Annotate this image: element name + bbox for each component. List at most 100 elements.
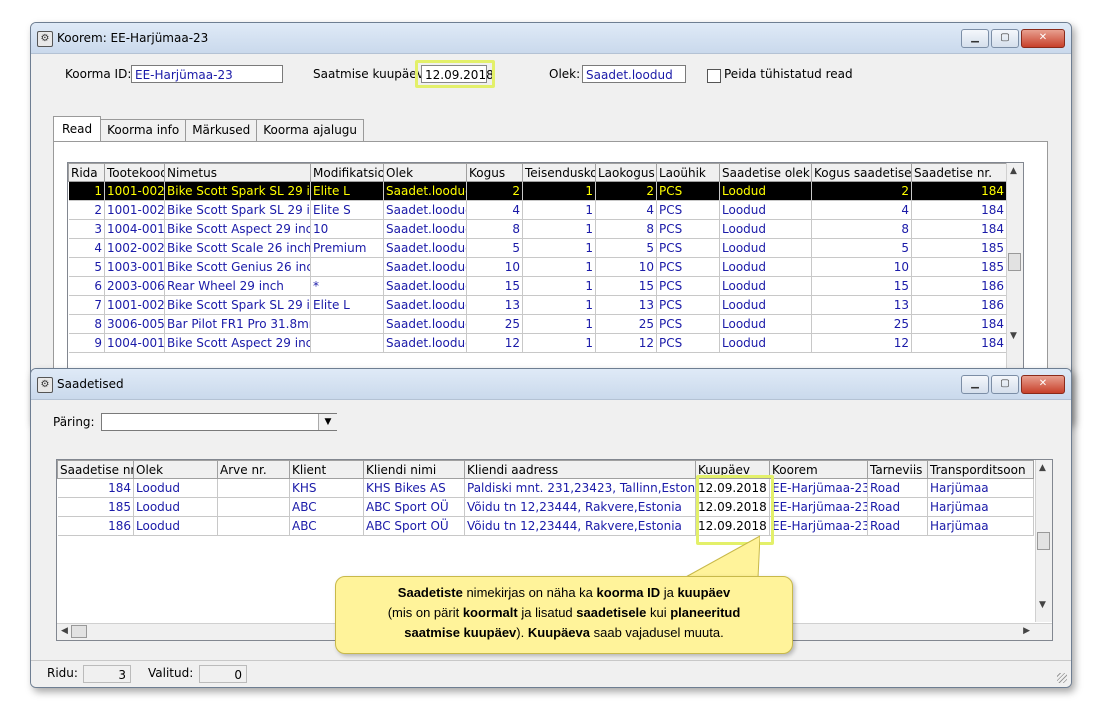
table-cell[interactable]: 5 [68,257,105,277]
col-header[interactable]: Kuupäev [695,460,770,479]
col-header[interactable]: Modifikatsioon [310,163,384,182]
table-cell[interactable]: Loodud [719,238,812,258]
tab-markused[interactable]: Märkused [185,119,258,141]
table-cell[interactable]: 6 [68,276,105,296]
table-cell[interactable]: Loodud [719,257,812,277]
table-cell[interactable]: 1004-001 [104,219,165,239]
table-cell[interactable]: Elite L [310,181,384,201]
col-header[interactable]: Kogus saadetisel [811,163,912,182]
table-cell[interactable]: 184 [911,181,1007,201]
table-cell[interactable]: Harjümaa [927,478,1034,498]
table-cell[interactable]: Elite S [310,200,384,220]
table-cell[interactable]: 1 [522,257,596,277]
table-cell[interactable]: Loodud [719,276,812,296]
table-cell[interactable]: Road [867,497,928,517]
table-cell[interactable]: 1 [522,181,596,201]
table-cell[interactable]: PCS [656,276,720,296]
read-row[interactable]: 5 1003-001 Bike Scott Genius 26 inch Saadet… [68,257,1007,277]
table-cell[interactable]: 10 [466,257,523,277]
table-cell[interactable]: 13 [811,295,912,315]
saadetised-vscroll-thumb[interactable] [1037,532,1050,550]
table-cell[interactable]: ABC [289,497,364,517]
col-header[interactable]: Arve nr. [217,460,290,479]
table-cell[interactable]: Saadet.loodud [383,238,467,258]
table-cell[interactable]: 12 [466,333,523,353]
col-header[interactable]: Saadetise nr. [911,163,1007,182]
table-cell[interactable]: 1003-001 [104,257,165,277]
table-cell[interactable]: 184 [911,333,1007,353]
table-cell[interactable] [310,314,384,334]
table-cell[interactable]: Saadet.loodud [383,314,467,334]
table-cell[interactable]: 1002-002 [104,238,165,258]
shipment-row[interactable]: 186 Loodud ABC ABC Sport OÜ Võidu tn 12,2344… [57,516,1034,536]
table-cell[interactable]: 1001-002 [104,200,165,220]
table-cell[interactable]: Saadet.loodud [383,333,467,353]
table-cell[interactable]: 4 [466,200,523,220]
table-cell[interactable]: Road [867,516,928,536]
table-cell[interactable]: 15 [466,276,523,296]
col-header[interactable]: Klient [289,460,364,479]
table-cell[interactable]: 10 [310,219,384,239]
table-cell[interactable]: 25 [811,314,912,334]
table-cell[interactable]: Bike Scott Aspect 29 inch [164,219,311,239]
table-cell[interactable]: Bike Scott Spark SL 29 inch [164,295,311,315]
saatmise-kuupaev-field[interactable]: 12.09.2018 [421,65,494,83]
table-cell[interactable]: PCS [656,257,720,277]
table-cell[interactable]: KHS [289,478,364,498]
table-cell[interactable] [217,497,290,517]
saadetised-hscroll-thumb[interactable] [71,625,87,638]
table-cell[interactable]: 12 [595,333,657,353]
read-row[interactable]: 83006-005Bar Pilot FR1 Pro 31.8mm 7 Saade… [68,314,1007,334]
table-cell[interactable]: 1 [522,219,596,239]
table-cell[interactable]: 12 [811,333,912,353]
table-cell[interactable]: 184 [911,200,1007,220]
table-cell[interactable]: Loodud [719,181,812,201]
read-row[interactable]: 4 1002-002 Bike Scott Scale 26 inch Premium… [68,238,1007,258]
table-cell[interactable]: Saadet.loodud [383,200,467,220]
table-cell[interactable]: EE-Harjümaa-23 [769,478,868,498]
table-cell[interactable]: 3 [68,219,105,239]
table-cell[interactable]: Bike Scott Scale 26 inch [164,238,311,258]
table-cell[interactable]: 185 [911,257,1007,277]
table-cell[interactable]: 2 [811,181,912,201]
table-cell[interactable]: EE-Harjümaa-23 [769,516,868,536]
table-cell[interactable]: * [310,276,384,296]
paring-select[interactable] [101,413,337,431]
table-cell[interactable]: Saadet.loodud [383,219,467,239]
table-cell[interactable]: 15 [595,276,657,296]
minimize-icon[interactable]: ▁ [961,375,989,394]
col-header[interactable]: Kliendi aadress [464,460,696,479]
table-cell[interactable]: Loodud [133,497,218,517]
table-cell[interactable]: 1 [522,276,596,296]
saadetised-titlebar[interactable]: ⚙ Saadetised ▁ ▢ ✕ [31,369,1071,400]
table-cell[interactable]: ABC Sport OÜ [363,497,465,517]
table-cell[interactable]: 184 [911,314,1007,334]
table-cell[interactable]: 2 [595,181,657,201]
table-cell[interactable]: Bar Pilot FR1 Pro 31.8mm 7 [164,314,311,334]
table-cell[interactable]: Loodud [133,478,218,498]
col-header[interactable]: Laokogus [595,163,657,182]
table-cell[interactable] [310,257,384,277]
table-cell[interactable] [217,516,290,536]
table-cell[interactable]: 184 [57,478,134,498]
table-cell[interactable]: 184 [911,219,1007,239]
table-cell[interactable]: Saadet.loodud [383,276,467,296]
table-cell[interactable]: PCS [656,238,720,258]
read-row[interactable]: 9 1004-001 Bike Scott Aspect 29 inch Saadet… [68,333,1007,353]
tab-koorma-ajalugu[interactable]: Koorma ajalugu [256,119,365,141]
table-cell[interactable]: 8 [595,219,657,239]
table-cell[interactable]: 1 [68,181,105,201]
table-cell[interactable]: Paldiski mnt. 231,23423, Tallinn,Estonia [464,478,696,498]
table-cell[interactable]: Loodud [719,200,812,220]
table-cell[interactable]: 25 [595,314,657,334]
col-header[interactable]: Transporditsoon [927,460,1034,479]
table-cell[interactable]: 4 [595,200,657,220]
col-header[interactable]: Olek [133,460,218,479]
peida-checkbox[interactable] [707,69,721,83]
table-cell[interactable]: PCS [656,333,720,353]
col-header[interactable]: Laoühik [656,163,720,182]
table-cell[interactable]: 13 [466,295,523,315]
table-cell[interactable]: 1001-002 [104,181,165,201]
paring-dropdown-icon[interactable]: ▼ [318,414,337,430]
koorem-titlebar[interactable]: ⚙ Koorem: EE-Harjümaa-23 ▁ ▢ ✕ [31,23,1071,54]
